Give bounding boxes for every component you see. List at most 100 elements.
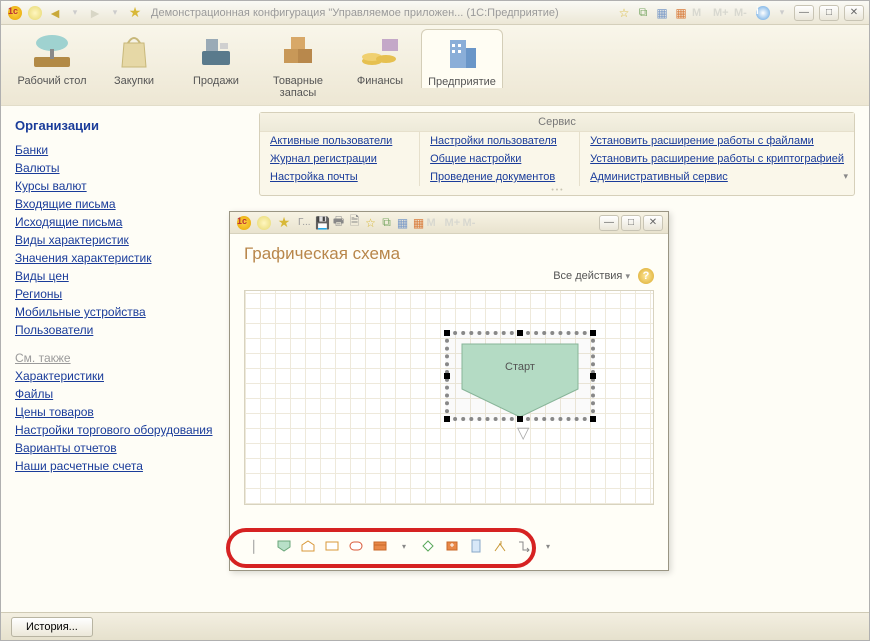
save-icon[interactable]: 💾: [315, 215, 331, 231]
history-icon[interactable]: ⧉: [379, 215, 395, 231]
calendar-icon[interactable]: ▦: [673, 5, 689, 21]
shape-subprocess-icon[interactable]: [372, 538, 388, 554]
child-heading: Графическая схема: [244, 244, 400, 264]
body-row: Организации Банки Валюты Курсы валют Вхо…: [1, 105, 869, 614]
sidebar-link[interactable]: Значения характеристик: [15, 251, 245, 265]
chevron-down-icon[interactable]: ▾: [843, 171, 848, 182]
sidebar-link[interactable]: Регионы: [15, 287, 245, 301]
section-sales[interactable]: Продажи: [175, 31, 257, 87]
app-title: Демонстрационная конфигурация "Управляем…: [151, 7, 616, 19]
service-link[interactable]: Журнал регистрации: [260, 150, 419, 168]
diagram-canvas[interactable]: Старт ▽: [244, 290, 654, 505]
sidebar-seealso-link[interactable]: Варианты отчетов: [15, 441, 245, 455]
m-minus-button[interactable]: M-: [463, 217, 481, 229]
ruler-icon[interactable]: ⎸: [252, 538, 268, 554]
menu-circle-icon[interactable]: [256, 215, 272, 231]
calendar-icon[interactable]: ▦: [411, 215, 427, 231]
child-titlebar: 1c ★ Г... 💾 🖶 🗎 ☆ ⧉ ▦ ▦ M M+ M- — □ ✕: [230, 212, 668, 234]
info-dropdown[interactable]: ▾: [774, 5, 790, 21]
service-link[interactable]: Активные пользователи: [260, 132, 419, 150]
child-minimize-button[interactable]: —: [599, 215, 619, 231]
nav-back-dropdown[interactable]: ▾: [67, 5, 83, 21]
cashregister-icon: [192, 31, 240, 71]
service-link[interactable]: Проведение документов: [420, 168, 579, 186]
sidebar-link[interactable]: Пользователи: [15, 323, 245, 337]
minimize-button[interactable]: —: [794, 5, 814, 21]
sidebar-seealso-link[interactable]: Наши расчетные счета: [15, 459, 245, 473]
shape-process-icon[interactable]: [324, 538, 340, 554]
sidebar-link[interactable]: Валюты: [15, 161, 245, 175]
shape-connector-icon[interactable]: [492, 538, 508, 554]
shape-document-icon[interactable]: [468, 538, 484, 554]
sidebar-link[interactable]: Входящие письма: [15, 197, 245, 211]
shape-end-icon[interactable]: [300, 538, 316, 554]
m-plus-button[interactable]: M+: [445, 217, 463, 229]
service-link[interactable]: Установить расширение работы с файлами: [580, 132, 854, 150]
m-button[interactable]: M: [427, 217, 445, 229]
all-actions-button[interactable]: Все действия ▾: [553, 270, 630, 282]
titlebar-right: ☆ ⧉ ▦ ▦ M M+ M- i ▾ — □ ✕: [616, 5, 865, 21]
arrow-down-icon: ▽: [517, 423, 529, 443]
service-link[interactable]: Настройка почты: [260, 168, 419, 186]
selection-rect[interactable]: [445, 331, 595, 421]
m-minus-button[interactable]: M-: [734, 7, 752, 19]
menu-circle-icon[interactable]: [27, 5, 43, 21]
m-plus-button[interactable]: M+: [713, 7, 731, 19]
add-favorite-icon[interactable]: ☆: [616, 5, 632, 21]
section-label: Закупки: [114, 75, 154, 87]
sidebar-seealso-link[interactable]: Настройки торгового оборудования: [15, 423, 245, 437]
calculator-icon[interactable]: ▦: [395, 215, 411, 231]
section-desktop[interactable]: Рабочий стол: [11, 31, 93, 87]
sidebar-link[interactable]: Исходящие письма: [15, 215, 245, 229]
service-panel: Сервис Активные пользователи Журнал реги…: [259, 112, 855, 196]
history-button[interactable]: История...: [11, 617, 93, 637]
service-link[interactable]: Административный сервис: [580, 168, 854, 186]
section-enterprise[interactable]: Предприятие: [421, 29, 503, 88]
favorites-star-icon[interactable]: ★: [276, 215, 292, 231]
sidebar-link[interactable]: Мобильные устройства: [15, 305, 245, 319]
shape-terminator-icon[interactable]: [348, 538, 364, 554]
service-link[interactable]: Настройки пользователя: [420, 132, 579, 150]
preview-icon[interactable]: 🗎: [347, 215, 363, 231]
service-link[interactable]: Установить расширение работы с криптогра…: [580, 150, 854, 168]
calculator-icon[interactable]: ▦: [654, 5, 670, 21]
main-column: Сервис Активные пользователи Журнал реги…: [259, 106, 869, 614]
section-finance[interactable]: Финансы: [339, 31, 421, 87]
sidebar-link[interactable]: Виды характеристик: [15, 233, 245, 247]
sidebar-link[interactable]: Виды цен: [15, 269, 245, 283]
sidebar-seealso-link[interactable]: Файлы: [15, 387, 245, 401]
section-purchases[interactable]: Закупки: [93, 31, 175, 87]
service-col: Активные пользователи Журнал регистрации…: [260, 132, 420, 186]
info-icon[interactable]: i: [755, 5, 771, 21]
sidebar-seealso-link[interactable]: Цены товаров: [15, 405, 245, 419]
nav-forward-button[interactable]: ►: [87, 5, 103, 21]
shape-data-icon[interactable]: [444, 538, 460, 554]
nav-forward-dropdown[interactable]: ▾: [107, 5, 123, 21]
child-maximize-button[interactable]: □: [621, 215, 641, 231]
child-close-button[interactable]: ✕: [643, 215, 663, 231]
shape-start-icon[interactable]: [276, 538, 292, 554]
close-button[interactable]: ✕: [844, 5, 864, 21]
help-icon[interactable]: ?: [638, 268, 654, 284]
sidebar-link[interactable]: Курсы валют: [15, 179, 245, 193]
print-icon[interactable]: 🖶: [331, 215, 347, 231]
history-icon[interactable]: ⧉: [635, 5, 651, 21]
shape-decision-icon[interactable]: [420, 538, 436, 554]
favorites-star-icon[interactable]: ★: [127, 5, 143, 21]
dropdown-icon[interactable]: ▾: [540, 538, 556, 554]
sidebar-link[interactable]: Банки: [15, 143, 245, 157]
bag-icon: [110, 31, 158, 71]
maximize-button[interactable]: □: [819, 5, 839, 21]
section-inventory[interactable]: Товарные запасы: [257, 31, 339, 99]
dropdown-icon[interactable]: ▾: [396, 538, 412, 554]
add-favorite-icon[interactable]: ☆: [363, 215, 379, 231]
m-button[interactable]: M: [692, 7, 710, 19]
service-col: Настройки пользователя Общие настройки П…: [420, 132, 580, 186]
sidebar-seealso-link[interactable]: Характеристики: [15, 369, 245, 383]
nav-back-button[interactable]: ◄: [47, 5, 63, 21]
service-grip[interactable]: • • •: [260, 186, 854, 195]
statusbar: История...: [1, 612, 869, 640]
service-link[interactable]: Общие настройки: [420, 150, 579, 168]
shape-line-icon[interactable]: [516, 538, 532, 554]
section-label: Финансы: [357, 75, 403, 87]
